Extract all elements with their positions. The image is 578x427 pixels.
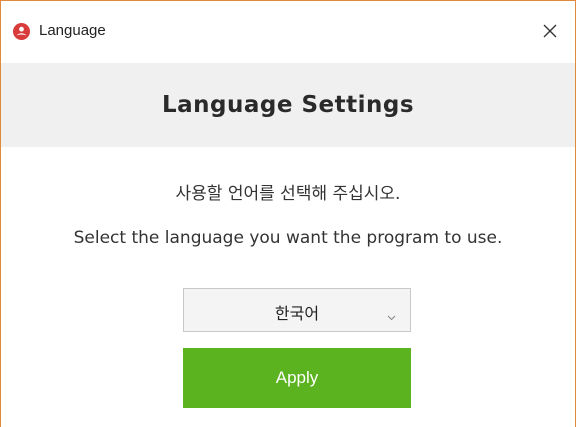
close-button[interactable]: [533, 15, 567, 47]
language-dialog: Language Language Settings 사용할 언어를 선택해 주…: [0, 0, 576, 427]
dialog-heading: Language Settings: [161, 92, 415, 118]
title-bar: Language: [1, 1, 575, 63]
instruction-english: Select the language you want the program…: [73, 228, 503, 248]
apply-button[interactable]: Apply: [183, 348, 411, 408]
window-title: Language: [39, 22, 106, 39]
language-select[interactable]: 한국어: [183, 288, 411, 332]
language-select-value: 한국어: [274, 304, 320, 323]
instruction-korean: 사용할 언어를 선택해 주십시오.: [175, 184, 401, 204]
chevron-down-icon: [387, 306, 396, 325]
close-icon: [543, 24, 557, 38]
app-logo-icon: [13, 23, 30, 40]
header-band: Language Settings: [1, 63, 575, 147]
